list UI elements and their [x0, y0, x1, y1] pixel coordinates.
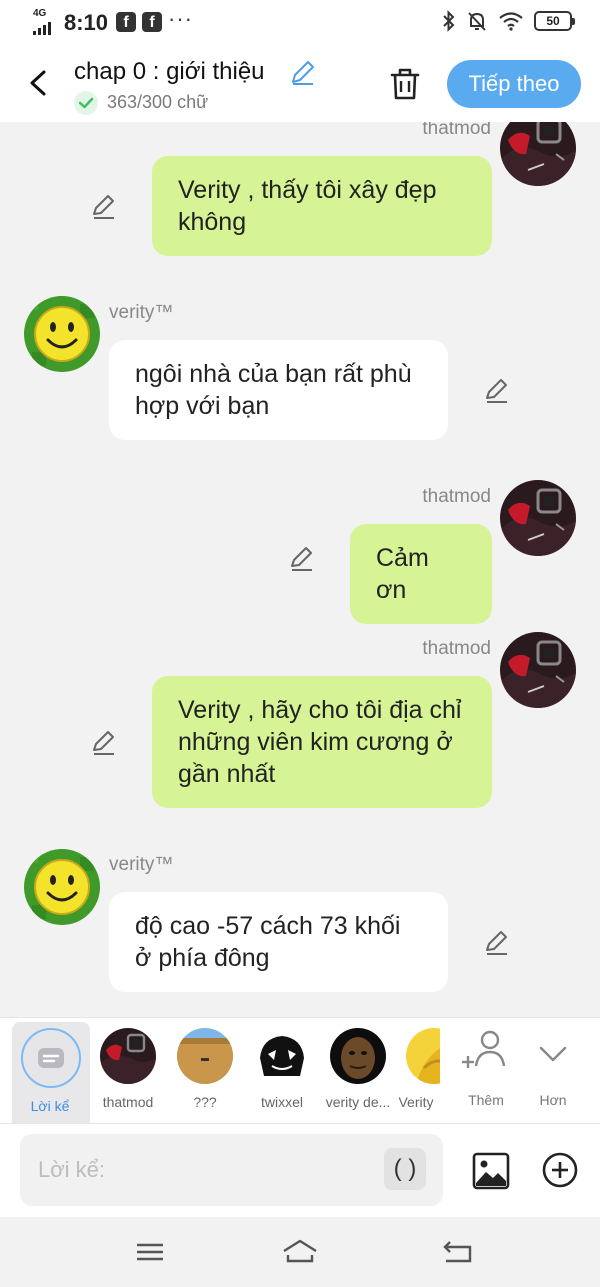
- add-person-icon: [462, 1030, 506, 1068]
- add-icon[interactable]: [541, 1151, 579, 1189]
- sender-name: thatmod: [422, 638, 491, 659]
- message-bubble-me[interactable]: Verity , hãy cho tôi địa chỉ những viên …: [152, 676, 492, 808]
- verity-avatar[interactable]: [24, 296, 100, 372]
- back-nav-icon[interactable]: [440, 1237, 476, 1267]
- chat-area[interactable]: thatmod Verity , thấy tôi xây đẹp không …: [0, 122, 600, 1017]
- more-label: Hơn: [539, 1092, 567, 1108]
- battery-icon: 50: [534, 11, 575, 31]
- character-verity[interactable]: Verity: [396, 1018, 440, 1124]
- character-label: thatmod: [102, 1094, 154, 1110]
- wifi-icon: [499, 12, 523, 31]
- sender-name: thatmod: [422, 486, 491, 507]
- character-unknown[interactable]: ???: [167, 1018, 243, 1124]
- sender-name: verity™: [109, 854, 174, 875]
- character-label: Verity: [398, 1094, 434, 1110]
- clock: 8:10: [64, 10, 109, 35]
- menu-icon[interactable]: [132, 1237, 168, 1267]
- character-verity-de[interactable]: verity de...: [320, 1018, 396, 1124]
- edit-message-pencil-icon[interactable]: [90, 192, 118, 220]
- character-selector: Lời kể thatmod ??? twixxel verity de... …: [0, 1017, 600, 1132]
- word-count-check-icon: [74, 91, 98, 115]
- next-button[interactable]: Tiếp theo: [447, 60, 581, 108]
- chapter-title[interactable]: chap 0 : giới thiệu: [74, 58, 265, 86]
- sender-name: verity™: [109, 302, 174, 323]
- character-label: ???: [193, 1094, 217, 1110]
- character-label: verity de...: [325, 1094, 391, 1110]
- parentheses-button[interactable]: ( ): [384, 1148, 426, 1190]
- image-icon[interactable]: [471, 1151, 511, 1191]
- more-button[interactable]: Hơn: [523, 1026, 583, 1122]
- bluetooth-icon: [443, 10, 455, 32]
- add-label: Thêm: [468, 1092, 504, 1108]
- thatmod-avatar[interactable]: [500, 632, 576, 708]
- message-bubble-them[interactable]: độ cao -57 cách 73 khối ở phía đông: [109, 892, 448, 992]
- system-nav-bar: [0, 1217, 600, 1287]
- message-bubble-me[interactable]: Cảm ơn: [350, 524, 492, 624]
- yellow-avatar: [406, 1028, 440, 1084]
- message-bubble-me[interactable]: Verity , thấy tôi xây đẹp không: [152, 156, 492, 256]
- edit-title-pencil-icon[interactable]: [289, 58, 317, 86]
- status-bar: 4G 8:10 f f ··· 50: [0, 0, 600, 46]
- character-narrator[interactable]: Lời kể: [12, 1022, 90, 1132]
- character-label: twixxel: [260, 1094, 303, 1110]
- sender-name: thatmod: [422, 122, 491, 139]
- thatmod-avatar[interactable]: [500, 480, 576, 556]
- thatmod-avatar: [100, 1028, 156, 1084]
- character-label: Lời kể: [30, 1098, 70, 1114]
- edit-message-pencil-icon[interactable]: [483, 376, 511, 404]
- message-bubble-them[interactable]: ngôi nhà của bạn rất phù hợp với bạn: [109, 340, 448, 440]
- message-input[interactable]: [38, 1148, 378, 1192]
- sketch-avatar: [254, 1028, 310, 1084]
- home-icon[interactable]: [282, 1237, 318, 1267]
- box-avatar: [177, 1028, 233, 1084]
- edit-message-pencil-icon[interactable]: [483, 928, 511, 956]
- facebook-notification-icon: f: [116, 12, 136, 32]
- dark-avatar: [330, 1028, 386, 1084]
- word-count: 363/300 chữ: [107, 92, 209, 112]
- thatmod-avatar[interactable]: [500, 122, 576, 186]
- trash-icon[interactable]: [388, 66, 422, 102]
- message-input-container: ( ): [20, 1134, 443, 1206]
- verity-avatar[interactable]: [24, 849, 100, 925]
- composer: ( ): [0, 1123, 600, 1217]
- edit-message-pencil-icon[interactable]: [90, 728, 118, 756]
- mute-bell-icon: [468, 12, 486, 31]
- chevron-down-icon: [539, 1046, 567, 1062]
- network-type: 4G: [33, 8, 47, 19]
- narrator-icon: [21, 1028, 81, 1088]
- facebook-notification-icon: f: [142, 12, 162, 32]
- edit-message-pencil-icon[interactable]: [288, 544, 316, 572]
- cellular-signal-icon: 4G: [33, 8, 59, 35]
- character-twixxel[interactable]: twixxel: [244, 1018, 320, 1124]
- more-notifications-icon: ···: [168, 6, 193, 31]
- chapter-header: chap 0 : giới thiệu 363/300 chữ Tiếp the…: [0, 46, 600, 122]
- character-thatmod[interactable]: thatmod: [90, 1018, 166, 1124]
- add-character-button[interactable]: Thêm: [456, 1026, 516, 1122]
- back-arrow-icon[interactable]: [26, 68, 52, 98]
